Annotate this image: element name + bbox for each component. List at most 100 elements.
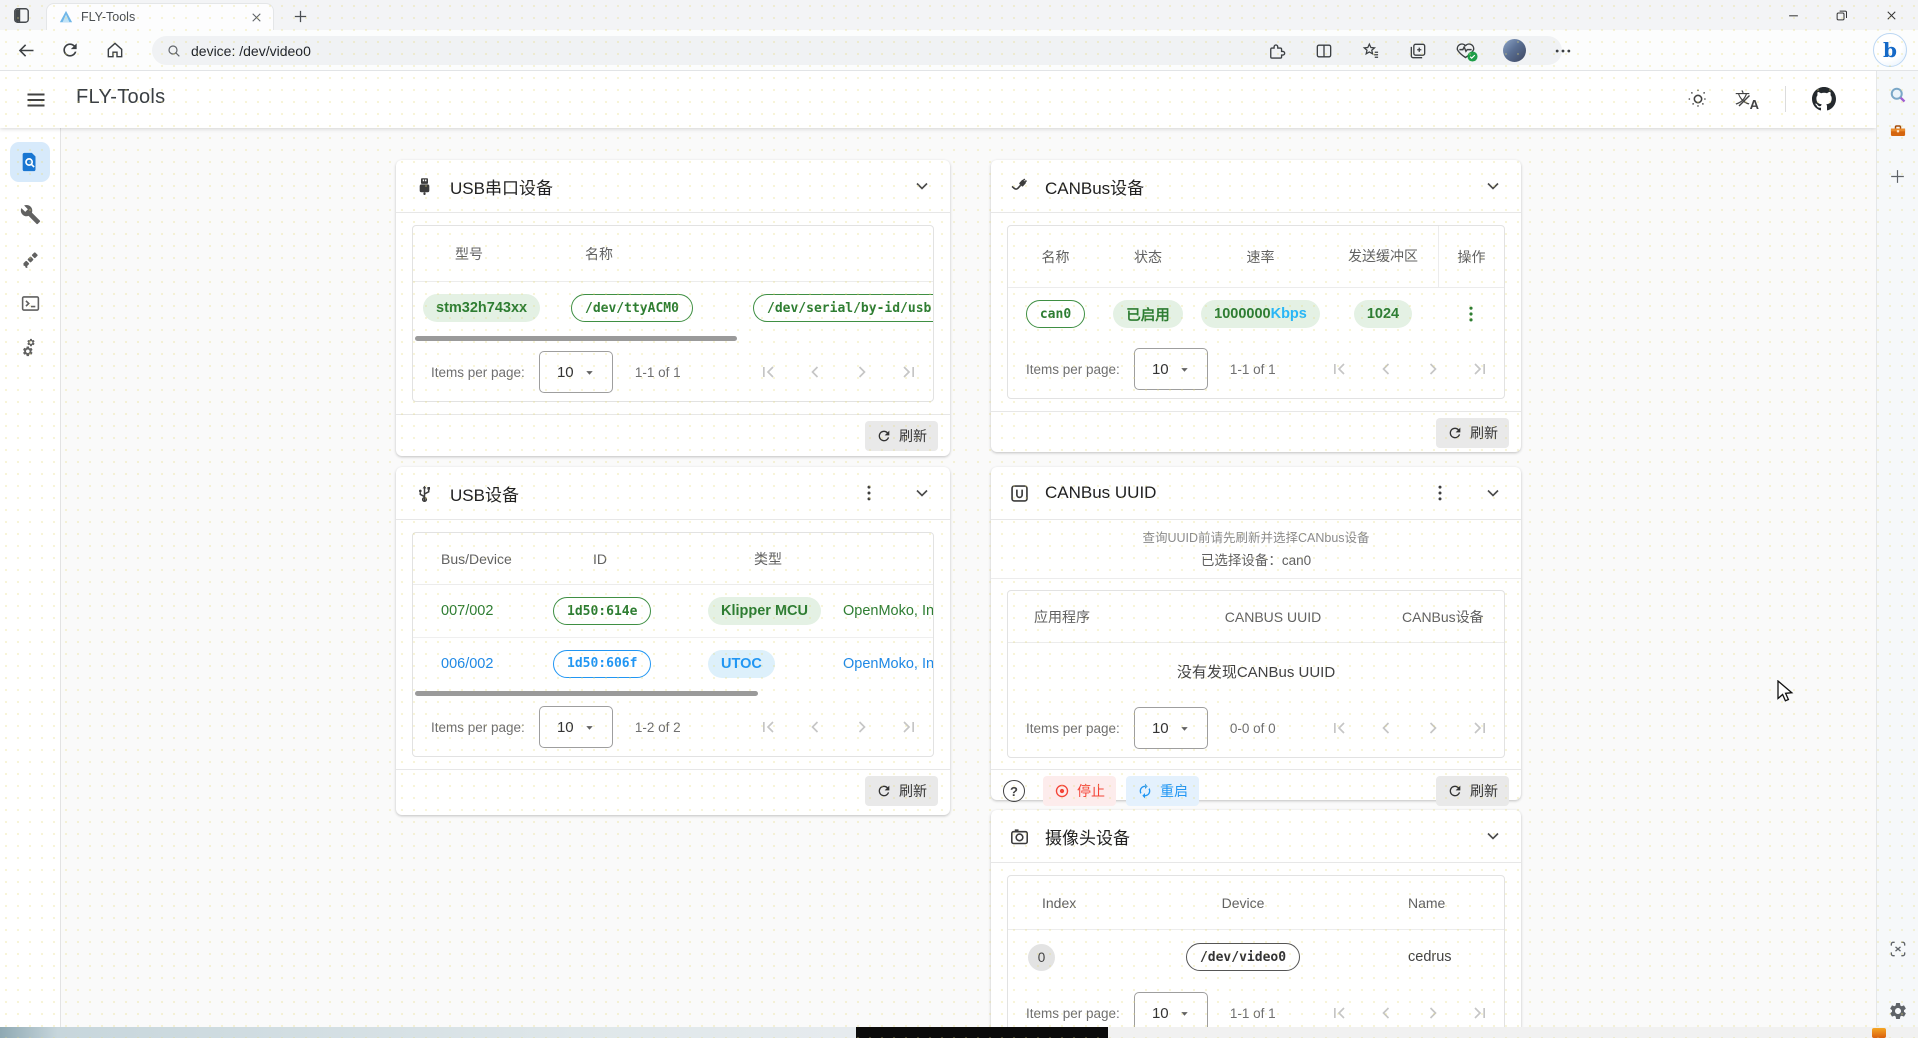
next-page-icon[interactable] bbox=[852, 362, 872, 382]
refresh-button[interactable]: 刷新 bbox=[1436, 776, 1509, 806]
sidebar-search-icon[interactable] bbox=[1888, 85, 1908, 105]
col-header-device: Device bbox=[1118, 895, 1368, 911]
refresh-page-icon[interactable] bbox=[60, 40, 81, 61]
mouse-cursor bbox=[1775, 680, 1797, 704]
refresh-button[interactable]: 刷新 bbox=[1436, 418, 1509, 448]
can-rate-value: 1000000 bbox=[1214, 306, 1270, 322]
page-size-select[interactable]: 10 bbox=[1134, 992, 1208, 1027]
github-icon[interactable] bbox=[1812, 87, 1836, 111]
tab-title: FLY-Tools bbox=[81, 10, 247, 24]
chevron-down-icon[interactable] bbox=[912, 176, 932, 196]
first-page-icon[interactable] bbox=[1329, 718, 1349, 738]
previous-page-icon[interactable] bbox=[805, 362, 825, 382]
u-box-icon bbox=[1009, 483, 1030, 504]
translate-icon[interactable]: 文 A bbox=[1735, 87, 1759, 111]
stop-button[interactable]: 停止 bbox=[1043, 776, 1116, 806]
sidebar-add-icon[interactable] bbox=[1888, 167, 1908, 187]
chevron-down-icon[interactable] bbox=[1483, 826, 1503, 846]
col-header-rate: 速率 bbox=[1193, 247, 1328, 267]
previous-page-icon[interactable] bbox=[1376, 359, 1396, 379]
new-tab-button[interactable] bbox=[290, 6, 310, 26]
card-menu-icon[interactable] bbox=[1430, 483, 1450, 503]
horizontal-scrollbar[interactable] bbox=[413, 334, 933, 343]
sidebar-settings-icon[interactable] bbox=[1888, 1001, 1908, 1021]
sidebar-item-satellite[interactable] bbox=[10, 239, 50, 279]
camera-device-chip: /dev/video0 bbox=[1186, 943, 1300, 971]
usb-icon bbox=[414, 483, 435, 504]
collections-icon[interactable] bbox=[1408, 41, 1428, 61]
extensions-icon[interactable] bbox=[1267, 41, 1287, 61]
profile-avatar[interactable] bbox=[1503, 39, 1526, 62]
last-page-icon[interactable] bbox=[1470, 359, 1490, 379]
menu-icon[interactable] bbox=[24, 88, 48, 112]
last-page-icon[interactable] bbox=[899, 717, 919, 737]
page-size-select[interactable]: 10 bbox=[1134, 707, 1208, 749]
col-header-id: ID bbox=[553, 551, 708, 567]
sidebar-item-device-search[interactable] bbox=[10, 142, 50, 182]
card-menu-icon[interactable] bbox=[859, 483, 879, 503]
sidebar-item-tools[interactable] bbox=[10, 194, 50, 234]
page-size-select[interactable]: 10 bbox=[539, 706, 613, 748]
restart-button[interactable]: 重启 bbox=[1126, 776, 1199, 806]
model-chip: stm32h743xx bbox=[423, 294, 540, 322]
row-actions-menu-icon[interactable] bbox=[1461, 304, 1481, 324]
restart-icon bbox=[1137, 783, 1153, 799]
items-per-page-label: Items per page: bbox=[431, 720, 525, 735]
chevron-down-icon[interactable] bbox=[912, 483, 932, 503]
window-restore-button[interactable] bbox=[1826, 4, 1856, 26]
dropdown-arrow-icon bbox=[584, 367, 595, 378]
can-status-chip: 已启用 bbox=[1113, 300, 1183, 328]
next-page-icon[interactable] bbox=[852, 717, 872, 737]
next-page-icon[interactable] bbox=[1423, 359, 1443, 379]
browser-toolbar: device: /dev/video0 bbox=[0, 30, 1918, 71]
theme-toggle-icon[interactable] bbox=[1687, 88, 1709, 110]
next-page-icon[interactable] bbox=[1423, 718, 1443, 738]
dropdown-arrow-icon bbox=[1179, 364, 1190, 375]
back-icon[interactable] bbox=[16, 40, 37, 61]
tab-close-icon[interactable] bbox=[247, 8, 265, 26]
pagination-range: 0-0 of 0 bbox=[1230, 721, 1276, 736]
sidebar-toolbox-icon[interactable] bbox=[1888, 121, 1908, 141]
last-page-icon[interactable] bbox=[1470, 718, 1490, 738]
first-page-icon[interactable] bbox=[758, 362, 778, 382]
camera-icon bbox=[1009, 826, 1030, 847]
refresh-button[interactable]: 刷新 bbox=[865, 776, 938, 806]
browser-essentials-icon[interactable] bbox=[1455, 40, 1476, 61]
first-page-icon[interactable] bbox=[1329, 359, 1349, 379]
help-icon[interactable]: ? bbox=[1003, 780, 1025, 802]
chevron-down-icon[interactable] bbox=[1483, 483, 1503, 503]
first-page-icon[interactable] bbox=[1329, 1003, 1349, 1023]
last-page-icon[interactable] bbox=[1470, 1003, 1490, 1023]
previous-page-icon[interactable] bbox=[1376, 1003, 1396, 1023]
sidebar-item-settings[interactable] bbox=[10, 328, 50, 368]
col-header-type: 类型 bbox=[708, 549, 843, 569]
next-page-icon[interactable] bbox=[1423, 1003, 1443, 1023]
refresh-button[interactable]: 刷新 bbox=[865, 421, 938, 451]
window-minimize-button[interactable] bbox=[1778, 4, 1808, 26]
first-page-icon[interactable] bbox=[758, 717, 778, 737]
page-content: FLY-Tools 文 A bbox=[0, 71, 1876, 1027]
bing-copilot-icon[interactable]: b bbox=[1873, 33, 1907, 67]
favorites-icon[interactable] bbox=[1361, 41, 1381, 61]
tab-actions-icon[interactable] bbox=[12, 6, 31, 25]
sidebar-screenshot-icon[interactable] bbox=[1888, 939, 1908, 959]
previous-page-icon[interactable] bbox=[1376, 718, 1396, 738]
dropdown-arrow-icon bbox=[1179, 1008, 1190, 1019]
horizontal-scrollbar[interactable] bbox=[413, 689, 933, 698]
split-screen-icon[interactable] bbox=[1314, 41, 1334, 61]
home-icon[interactable] bbox=[105, 40, 126, 61]
settings-more-icon[interactable] bbox=[1553, 41, 1573, 61]
pagination-range: 1-1 of 1 bbox=[1230, 1006, 1276, 1021]
chevron-down-icon[interactable] bbox=[1483, 176, 1503, 196]
page-size-select[interactable]: 10 bbox=[1134, 348, 1208, 390]
paginator: Items per page: 10 1-1 of 1 bbox=[413, 343, 933, 401]
page-size-select[interactable]: 10 bbox=[539, 351, 613, 393]
sidebar-item-terminal[interactable] bbox=[10, 283, 50, 323]
col-header-device: CANBus设备 bbox=[1378, 607, 1504, 627]
taskbar-dark-segment bbox=[856, 1027, 1108, 1038]
previous-page-icon[interactable] bbox=[805, 717, 825, 737]
last-page-icon[interactable] bbox=[899, 362, 919, 382]
usb-type-chip: UTOC bbox=[708, 650, 775, 678]
browser-tab[interactable]: FLY-Tools bbox=[46, 3, 274, 30]
window-close-button[interactable] bbox=[1876, 4, 1906, 26]
